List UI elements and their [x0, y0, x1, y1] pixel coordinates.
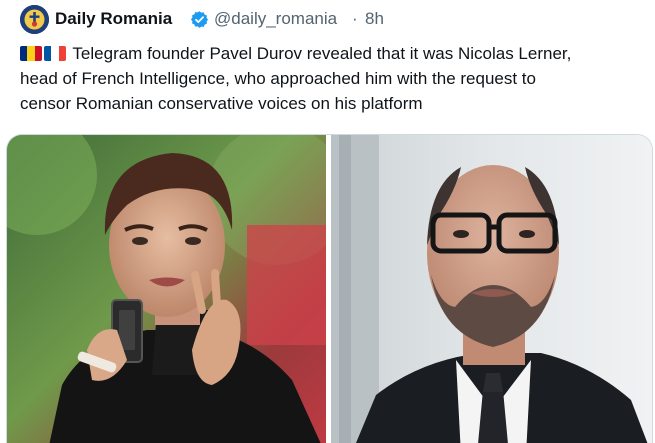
separator-dot: ·	[352, 9, 358, 28]
tweet-text-line-2: head of French Intelligence, who approac…	[20, 69, 536, 88]
tweet-media	[6, 134, 653, 443]
avatar[interactable]	[20, 5, 49, 34]
tweet-text: Telegram founder Pavel Durov revealed th…	[20, 41, 645, 116]
france-flag-icon	[44, 46, 66, 61]
photo-pavel-durov[interactable]	[7, 135, 326, 443]
timestamp[interactable]: 8h	[365, 9, 384, 29]
tweet-header: Daily Romania @daily_romania · 8h	[0, 0, 655, 38]
photo-nicolas-lerner[interactable]	[331, 135, 652, 443]
tweet-card[interactable]: Daily Romania @daily_romania · 8h Telegr…	[0, 0, 655, 443]
tweet-text-line-1: Telegram founder Pavel Durov revealed th…	[72, 44, 572, 63]
romania-flag-icon	[20, 46, 42, 61]
author-handle[interactable]: @daily_romania	[214, 9, 337, 29]
tweet-text-line-3: censor Romanian conservative voices on h…	[20, 94, 423, 113]
verified-badge-icon	[190, 10, 209, 29]
author-name[interactable]: Daily Romania	[55, 9, 172, 29]
